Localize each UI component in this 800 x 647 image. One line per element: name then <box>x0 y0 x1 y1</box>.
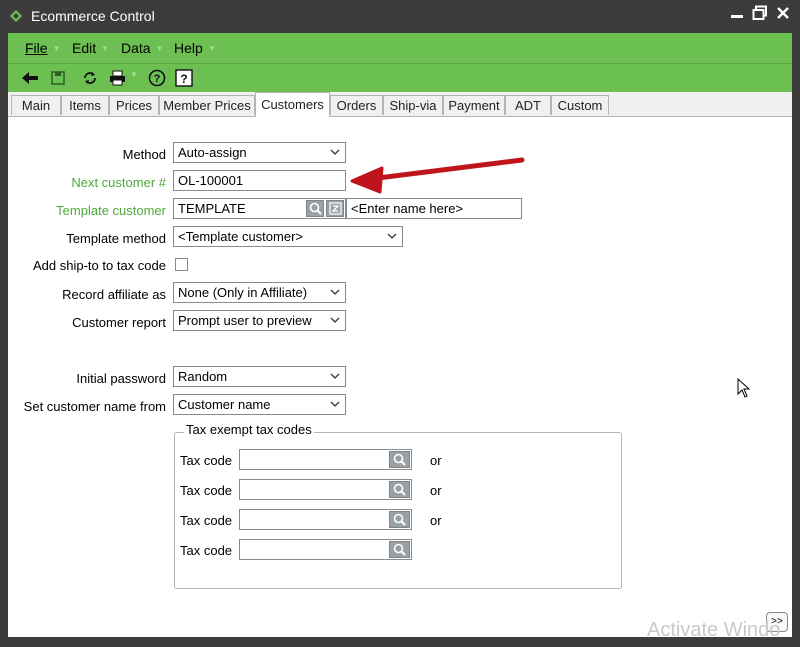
next-customer-label: Next customer # <box>71 175 166 190</box>
save-button[interactable] <box>48 68 68 88</box>
close-button[interactable] <box>773 5 793 25</box>
ship-to-tax-checkbox[interactable] <box>175 258 188 271</box>
tab-main[interactable]: Main <box>11 95 61 115</box>
tab-payment[interactable]: Payment <box>443 95 505 115</box>
print-dropdown-icon[interactable]: ▼ <box>130 70 138 79</box>
customer-report-select[interactable]: Prompt user to preview <box>173 310 346 331</box>
back-arrow-icon <box>22 72 38 84</box>
menu-help[interactable]: Help ▼ <box>174 40 216 56</box>
chevron-down-icon <box>330 317 340 323</box>
menu-data[interactable]: Data ▼ <box>121 40 164 56</box>
template-method-label: Template method <box>66 231 166 246</box>
customers-panel: Method Auto-assign Next customer # OL-10… <box>8 117 792 637</box>
tax-code-input-2[interactable] <box>239 479 412 500</box>
template-customer-name-field[interactable]: <Enter name here> <box>346 198 522 219</box>
mouse-cursor-icon <box>737 378 751 398</box>
window-title: Ecommerce Control <box>31 8 155 24</box>
menu-file[interactable]: File ▼ <box>25 40 60 56</box>
tab-member-prices[interactable]: Member Prices <box>159 95 255 115</box>
help-icon: ? <box>148 69 166 87</box>
initial-password-select[interactable]: Random <box>173 366 346 387</box>
tab-custom[interactable]: Custom <box>551 95 609 115</box>
template-customer-input[interactable]: TEMPLATE <box>173 198 346 219</box>
or-label: or <box>430 453 442 468</box>
chevron-down-icon <box>387 233 397 239</box>
tab-orders[interactable]: Orders <box>330 95 383 115</box>
tab-adt[interactable]: ADT <box>505 95 551 115</box>
tab-items[interactable]: Items <box>61 95 109 115</box>
tax-code-label: Tax code <box>180 543 233 558</box>
question-icon: ? <box>175 69 193 87</box>
method-select[interactable]: Auto-assign <box>173 142 346 163</box>
save-icon <box>51 71 65 85</box>
menu-edit[interactable]: Edit ▼ <box>72 40 109 56</box>
chevron-down-icon <box>330 401 340 407</box>
close-icon <box>777 7 789 19</box>
tax-code-input-3[interactable] <box>239 509 412 530</box>
svg-text:?: ? <box>154 73 161 85</box>
tax-code-finder-button-4[interactable] <box>389 541 410 558</box>
ship-to-tax-label: Add ship-to to tax code <box>33 258 166 273</box>
chevron-down-icon <box>330 289 340 295</box>
method-label: Method <box>122 147 166 162</box>
sage-leaf-icon <box>10 10 22 22</box>
search-icon <box>393 513 406 526</box>
template-customer-zoom-button[interactable] <box>326 200 344 217</box>
refresh-icon <box>84 72 96 84</box>
customer-name-from-select[interactable]: Customer name <box>173 394 346 415</box>
minimize-icon <box>731 15 743 18</box>
help-context-button[interactable]: ? <box>147 68 167 88</box>
template-method-select[interactable]: <Template customer> <box>173 226 403 247</box>
toolbar: ▼ ? ? <box>8 63 792 93</box>
print-button[interactable] <box>107 68 127 88</box>
app-window: Ecommerce Control File ▼ Edit ▼ Data ▼ Help… <box>0 0 800 647</box>
next-customer-input[interactable]: OL-100001 <box>173 170 346 191</box>
tab-customers[interactable]: Customers <box>255 92 330 117</box>
restore-icon <box>752 5 767 20</box>
tax-code-finder-button-1[interactable] <box>389 451 410 468</box>
title-bar: Ecommerce Control <box>0 0 800 33</box>
zoom-icon <box>328 202 342 215</box>
activation-watermark: Activate Windo <box>647 619 781 641</box>
refresh-button[interactable] <box>80 68 100 88</box>
menu-bar: File ▼ Edit ▼ Data ▼ Help ▼ <box>8 33 792 63</box>
tab-prices[interactable]: Prices <box>109 95 159 115</box>
tax-code-input-4[interactable] <box>239 539 412 560</box>
svg-text:?: ? <box>180 72 187 86</box>
record-affiliate-label: Record affiliate as <box>62 287 166 302</box>
customer-name-from-label: Set customer name from <box>23 399 166 414</box>
initial-password-label: Initial password <box>76 371 166 386</box>
help-button[interactable]: ? <box>174 68 194 88</box>
tax-code-label: Tax code <box>180 453 233 468</box>
tax-code-finder-button-2[interactable] <box>389 481 410 498</box>
chevron-down-icon <box>330 149 340 155</box>
search-icon <box>309 202 322 215</box>
print-icon <box>109 70 125 86</box>
back-button[interactable] <box>20 68 40 88</box>
or-label: or <box>430 513 442 528</box>
search-icon <box>393 543 406 556</box>
minimize-button[interactable] <box>727 5 747 25</box>
restore-button[interactable] <box>750 5 770 25</box>
template-customer-finder-button[interactable] <box>306 200 324 217</box>
record-affiliate-select[interactable]: None (Only in Affiliate) <box>173 282 346 303</box>
tax-code-label: Tax code <box>180 513 233 528</box>
template-customer-label: Template customer <box>56 203 166 218</box>
tax-code-finder-button-3[interactable] <box>389 511 410 528</box>
customer-report-label: Customer report <box>72 315 166 330</box>
tab-strip: Main Items Prices Member Prices Customer… <box>8 92 792 117</box>
search-icon <box>393 453 406 466</box>
chevron-down-icon <box>330 373 340 379</box>
search-icon <box>393 483 406 496</box>
tab-ship-via[interactable]: Ship-via <box>383 95 443 115</box>
tax-code-label: Tax code <box>180 483 233 498</box>
tax-exempt-group-title: Tax exempt tax codes <box>184 422 314 437</box>
or-label: or <box>430 483 442 498</box>
tax-code-input-1[interactable] <box>239 449 412 470</box>
